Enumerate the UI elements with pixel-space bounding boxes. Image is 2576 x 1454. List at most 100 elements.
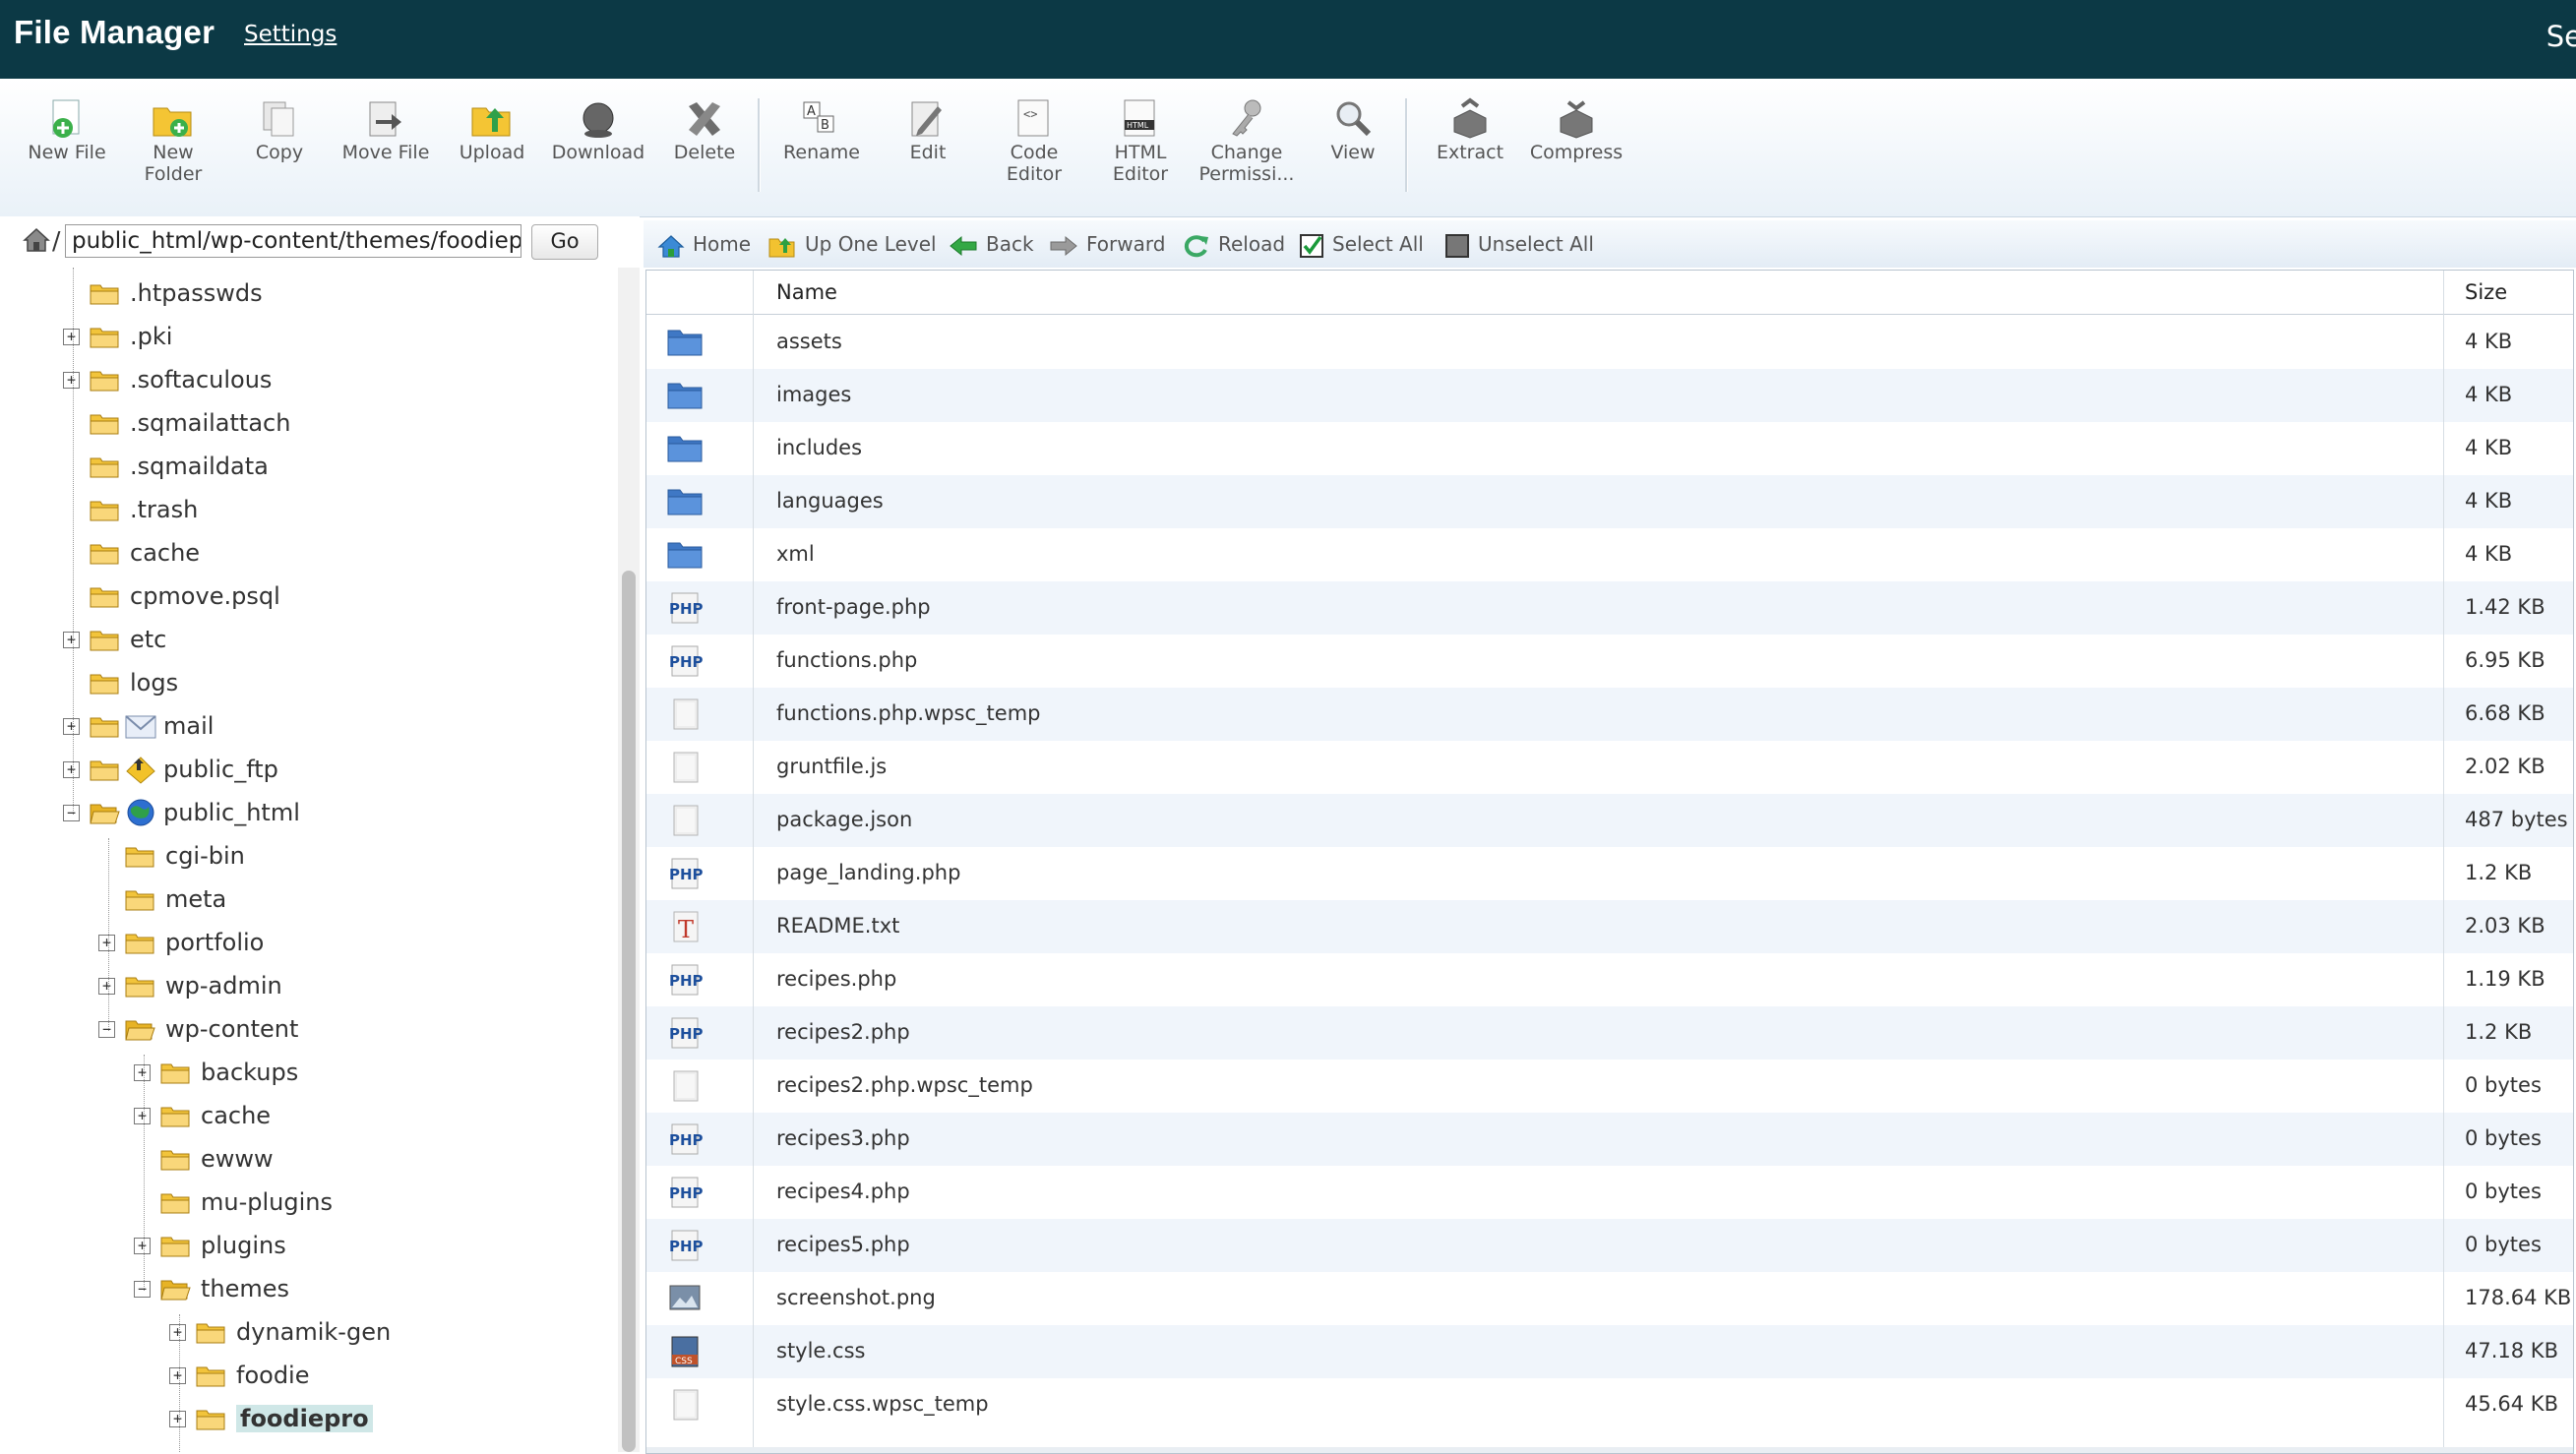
tree-node-label: mail [163,712,215,740]
expand-icon[interactable]: + [134,1108,151,1124]
nav-select-all[interactable]: Select All [1299,232,1424,259]
toolbar-rename-button[interactable]: A B Rename [772,96,871,163]
toolbar-new-folder-button[interactable]: New Folder [124,96,222,185]
toolbar-download-button[interactable]: Download [549,96,647,163]
column-header-name[interactable]: Name [776,280,837,304]
search-label-cut[interactable]: Se [2546,20,2576,53]
table-row[interactable]: xml 4 KB [646,528,2573,581]
table-row[interactable]: PHP recipes.php 1.19 KB [646,953,2573,1006]
tree-node[interactable]: cgi-bin [0,838,610,878]
tree-node[interactable]: + public_ftp [0,752,610,791]
expand-icon[interactable]: + [134,1064,151,1081]
toolbar-change-permissions-button[interactable]: Change Permissi... [1197,96,1296,185]
table-row[interactable]: T README.txt 2.03 KB [646,900,2573,953]
expand-icon[interactable]: + [169,1324,186,1341]
nav-unselect-all[interactable]: Unselect All [1444,232,1594,259]
nav-reload[interactable]: Reload [1183,232,1285,259]
toolbar-html-editor-button[interactable]: HTML HTML Editor [1091,96,1190,185]
tree-node[interactable]: + portfolio [0,925,610,964]
tree-scrollbar-thumb[interactable] [622,571,636,1452]
table-row[interactable]: style.css.wpsc_temp 45.64 KB [646,1378,2573,1431]
tree-node[interactable]: ewww [0,1141,610,1181]
tree-node[interactable]: .sqmailattach [0,405,610,445]
table-row[interactable]: includes 4 KB [646,422,2573,475]
folder-icon [159,1234,191,1265]
table-row[interactable]: PHP front-page.php 1.42 KB [646,581,2573,635]
table-row[interactable]: PHP functions.php 6.95 KB [646,635,2573,688]
settings-link[interactable]: Settings [244,22,337,47]
collapse-icon[interactable]: − [63,805,80,821]
tree-node[interactable]: − wp-content [0,1011,610,1051]
nav-back[interactable]: Back [949,232,1034,257]
expand-icon[interactable]: + [63,718,80,735]
tree-node[interactable]: + mail [0,708,610,748]
nav-up-one-level[interactable]: Up One Level [767,232,937,259]
expand-icon[interactable]: + [63,761,80,778]
expand-icon[interactable]: + [98,935,115,951]
toolbar-upload-button[interactable]: Upload [443,96,541,163]
table-row[interactable]: assets 4 KB [646,316,2573,369]
table-row[interactable]: PHP page_landing.php 1.2 KB [646,847,2573,900]
tree-node[interactable]: logs [0,665,610,704]
table-row[interactable]: CSS style.css 47.18 KB [646,1325,2573,1378]
tree-node[interactable]: .sqmaildata [0,449,610,488]
table-row[interactable]: recipes2.php.wpsc_temp 0 bytes [646,1060,2573,1113]
collapse-icon[interactable]: − [134,1281,151,1298]
table-row[interactable]: languages 4 KB [646,475,2573,528]
home-directory-icon[interactable] [22,224,51,258]
table-row[interactable]: PHP recipes4.php 0 bytes [646,1166,2573,1219]
toolbar-compress-button[interactable]: Compress [1527,96,1625,163]
column-header-size[interactable]: Size [2465,280,2507,304]
toolbar-code-editor-button[interactable]: <> Code Editor [985,96,1083,185]
expand-icon[interactable]: + [63,329,80,345]
toolbar-delete-button[interactable]: Delete [655,96,754,163]
expand-icon[interactable]: + [98,978,115,995]
column-divider[interactable] [2443,271,2444,1453]
table-row[interactable]: screenshot.png 178.64 KB [646,1272,2573,1325]
expand-icon[interactable]: + [63,632,80,648]
tree-node[interactable]: + .pki [0,319,610,358]
tree-node[interactable]: − themes [0,1271,610,1310]
expand-icon[interactable]: + [63,372,80,389]
tree-node[interactable]: .htpasswds [0,275,610,315]
tree-node[interactable]: .trash [0,492,610,531]
expand-icon[interactable]: + [134,1238,151,1254]
tree-node[interactable]: + foodie [0,1358,610,1397]
folder-open-icon [159,1277,191,1308]
tree-node[interactable]: + dynamik-gen [0,1314,610,1354]
table-row[interactable]: functions.php.wpsc_temp 6.68 KB [646,688,2573,741]
tree-node[interactable]: − public_html [0,795,610,834]
tree-node[interactable]: + etc [0,622,610,661]
table-row[interactable]: gruntfile.js 2.02 KB [646,741,2573,794]
collapse-icon[interactable]: − [98,1021,115,1038]
table-row[interactable]: PHP recipes5.php 0 bytes [646,1219,2573,1272]
expand-icon[interactable]: + [169,1411,186,1427]
tree-node[interactable]: mu-plugins [0,1184,610,1224]
toolbar-copy-button[interactable]: Copy [230,96,329,163]
tree-node[interactable]: meta [0,881,610,921]
path-input[interactable]: public_html/wp-content/themes/foodiepro [65,224,521,258]
table-row[interactable]: PHP recipes3.php 0 bytes [646,1113,2573,1166]
tree-node[interactable]: + .softaculous [0,362,610,401]
expand-icon[interactable]: + [169,1367,186,1384]
tree-node[interactable]: + wp-admin [0,968,610,1007]
tree-node[interactable]: + foodiepro [0,1401,610,1440]
folder-icon [195,1363,226,1395]
tree-node[interactable]: + cache [0,1098,610,1137]
tree-node[interactable]: cpmove.psql [0,578,610,618]
nav-forward[interactable]: Forward [1049,232,1165,257]
toolbar-edit-button[interactable]: Edit [879,96,977,163]
tree-node[interactable]: cache [0,535,610,575]
tree-node[interactable]: + backups [0,1055,610,1094]
nav-home[interactable]: Home [657,232,751,259]
toolbar-new-file-button[interactable]: New File [18,96,116,163]
toolbar-move-file-button[interactable]: Move File [337,96,435,163]
go-button[interactable]: Go [531,224,598,260]
toolbar-view-button[interactable]: View [1304,96,1402,163]
table-row[interactable]: images 4 KB [646,369,2573,422]
tree-connector [179,1314,180,1452]
toolbar-extract-button[interactable]: Extract [1421,96,1519,163]
tree-node[interactable]: + plugins [0,1228,610,1267]
table-row[interactable]: package.json 487 bytes [646,794,2573,847]
table-row[interactable]: PHP recipes2.php 1.2 KB [646,1006,2573,1060]
